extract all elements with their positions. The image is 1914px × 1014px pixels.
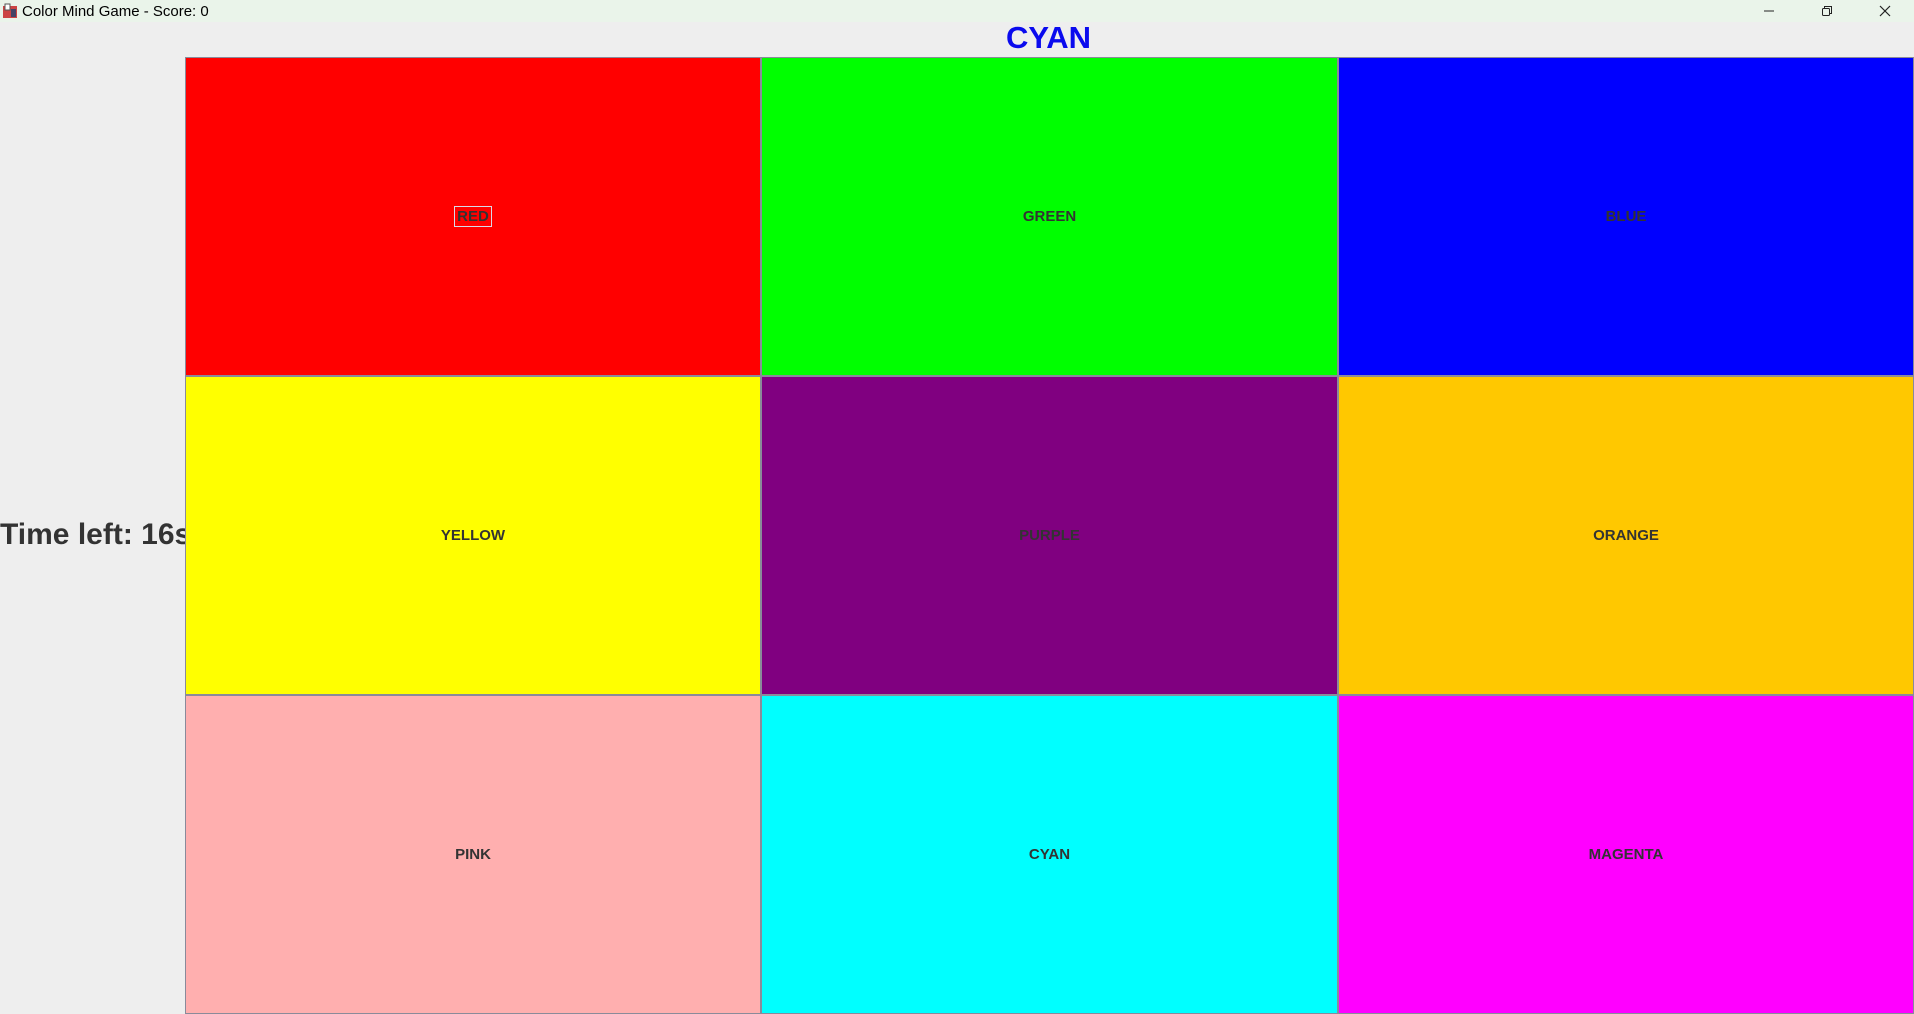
time-left-label: Time left: 16s (0, 518, 192, 551)
restore-icon (1822, 6, 1832, 16)
close-icon (1879, 5, 1891, 17)
target-color-word: CYAN (1006, 20, 1091, 55)
window-title: Color Mind Game - Score: 0 (22, 2, 209, 20)
tile-label: PINK (455, 846, 491, 863)
tile-magenta[interactable]: MAGENTA (1338, 695, 1914, 1014)
tile-label: YELLOW (440, 527, 506, 544)
tile-pink[interactable]: PINK (185, 695, 761, 1014)
game-window: Color Mind Game - Score: 0 CYAN Time lef… (0, 0, 1914, 1014)
color-tile-grid: RED GREEN BLUE YELLOW PURPLE ORANGE PINK… (185, 57, 1914, 1014)
tile-label: ORANGE (1593, 527, 1659, 544)
tile-label: RED (454, 206, 492, 227)
tile-label: MAGENTA (1588, 846, 1664, 863)
tile-blue[interactable]: BLUE (1338, 57, 1914, 376)
tile-red[interactable]: RED (185, 57, 761, 376)
tile-green[interactable]: GREEN (761, 57, 1338, 376)
tile-label: CYAN (1028, 846, 1071, 863)
tile-cyan[interactable]: CYAN (761, 695, 1338, 1014)
java-app-icon (2, 3, 18, 19)
tile-label: GREEN (1022, 208, 1077, 225)
tile-purple[interactable]: PURPLE (761, 376, 1338, 695)
tile-label: BLUE (1605, 208, 1647, 225)
tile-yellow[interactable]: YELLOW (185, 376, 761, 695)
minimize-icon (1764, 10, 1774, 12)
tile-orange[interactable]: ORANGE (1338, 376, 1914, 695)
tile-label: PURPLE (1019, 527, 1080, 544)
